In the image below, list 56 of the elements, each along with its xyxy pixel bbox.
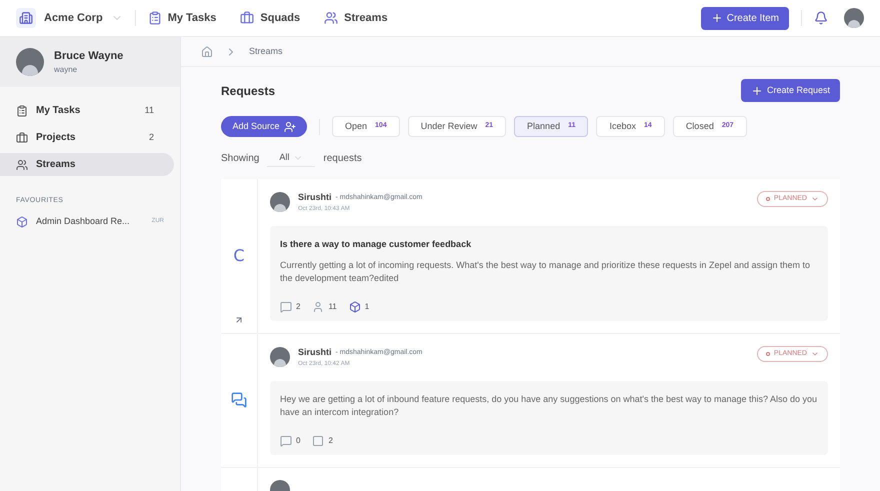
create-item-button[interactable]: Create Item	[700, 6, 789, 30]
comment-icon	[280, 434, 292, 446]
stat-count: 2	[312, 434, 333, 446]
showing-label: requests	[323, 152, 362, 166]
add-source-button[interactable]: Add Source	[221, 116, 307, 137]
request-title: Is there a way to manage customer feedback	[280, 238, 472, 251]
comment-icon	[280, 301, 292, 313]
item-count: 11	[144, 104, 154, 117]
stat-count: 0	[280, 434, 300, 446]
briefcase-icon	[240, 11, 254, 25]
briefcase-icon	[16, 132, 28, 144]
person-plus-icon	[284, 120, 296, 132]
stat-count: 2	[280, 301, 300, 313]
create-request-button[interactable]: Create Request	[740, 79, 840, 102]
request-card[interactable]	[221, 334, 840, 466]
workspace-switcher[interactable]: Acme Corp	[44, 10, 123, 26]
author-name: Sirushti	[298, 346, 332, 359]
arrow-icon[interactable]	[234, 315, 244, 325]
nav-link[interactable]: Squads	[240, 10, 300, 26]
showing-label: Showing	[221, 152, 260, 166]
nav-link[interactable]: Streams	[324, 10, 388, 26]
nav-link[interactable]: My Tasks	[148, 10, 216, 26]
request-card[interactable]	[221, 179, 840, 333]
request-body: Hey we are getting a lot of inbound feature requests, do you have any suggestions on what's the best way to manage this? Also do you have an intercom integration?	[280, 392, 818, 418]
people-icon	[324, 11, 338, 25]
cube-icon	[348, 301, 361, 313]
square-icon	[312, 434, 324, 446]
filter-dropdown[interactable]: All	[267, 149, 316, 167]
author-avatar	[270, 347, 290, 368]
clipboard-icon	[148, 11, 162, 25]
item-count: 2	[148, 130, 154, 144]
author-avatar	[270, 192, 290, 212]
user-avatar	[16, 48, 44, 76]
clipboard-icon	[16, 104, 28, 116]
caret-icon	[811, 350, 819, 358]
cube-icon	[16, 216, 28, 228]
building-icon	[16, 8, 36, 28]
user-avatar	[844, 8, 864, 28]
home-icon[interactable]	[201, 46, 213, 58]
people-icon	[16, 158, 28, 170]
plus-icon	[710, 12, 723, 24]
request-body: Currently getting a lot of incoming requests. What's the best way to manage and prioritize these requests in Zepel and assign them to the development team?edited	[280, 259, 812, 285]
caret-icon	[811, 195, 819, 203]
plus-icon	[750, 84, 763, 96]
person-icon	[312, 301, 324, 313]
chat-icon	[231, 392, 247, 408]
bell-icon[interactable]	[814, 11, 828, 25]
author-name: Sirushti	[298, 191, 332, 204]
sidebar-item[interactable]: Streams	[0, 153, 174, 176]
stat-count: 1	[348, 301, 370, 313]
stat-count: 11	[312, 301, 337, 313]
user-name: Bruce Wayne	[54, 48, 124, 64]
breadcrumb-link[interactable]: Streams	[249, 44, 283, 58]
source-logo: C	[233, 245, 245, 267]
page-title: Requests	[221, 82, 276, 100]
user-handle: wayne	[54, 64, 78, 76]
